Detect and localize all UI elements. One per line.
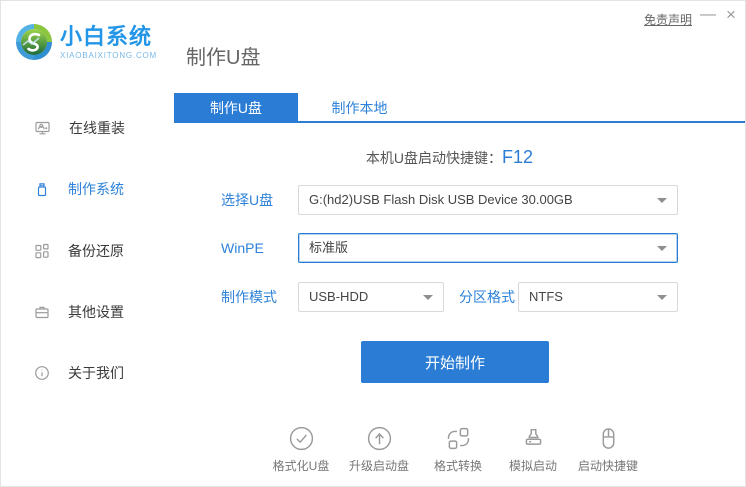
page-title: 制作U盘 [186, 47, 261, 69]
format-usb-icon [288, 425, 315, 452]
tool-format-usb[interactable]: 格式化U盘 [264, 425, 338, 474]
usb-select-value: G:(hd2)USB Flash Disk USB Device 30.00GB [309, 192, 573, 207]
info-icon [34, 365, 50, 381]
brand-text: 小白系统 XIAOBAIXITONG.COM [60, 23, 158, 60]
disclaimer-link[interactable]: 免责声明 [644, 11, 692, 28]
chevron-down-icon [657, 246, 667, 251]
sidebar-item-label: 备份还原 [68, 243, 124, 259]
sidebar-item-online-reinstall[interactable]: 在线重装 [34, 113, 125, 143]
start-make-button[interactable]: 开始制作 [361, 341, 549, 383]
brand-domain: XIAOBAIXITONG.COM [60, 50, 158, 60]
sidebar-item-label: 其他设置 [68, 304, 124, 320]
winpe-dropdown[interactable]: 标准版 [298, 233, 678, 263]
winpe-label: WinPE [221, 240, 264, 256]
sidebar-item-label: 在线重装 [69, 120, 125, 136]
partition-format-dropdown[interactable]: NTFS [518, 282, 678, 312]
boot-hotkey-label: 本机U盘启动快捷键： [365, 150, 503, 166]
brand-logo-icon [16, 24, 52, 60]
close-button[interactable]: × [726, 5, 736, 25]
sidebar-item-label: 关于我们 [68, 365, 124, 381]
tool-label: 升级启动盘 [348, 459, 409, 473]
usb-select-dropdown[interactable]: G:(hd2)USB Flash Disk USB Device 30.00GB [298, 185, 678, 215]
app-logo: 小白系统 XIAOBAIXITONG.COM [14, 22, 157, 62]
make-mode-value: USB-HDD [309, 289, 369, 304]
tool-label: 启动快捷键 [577, 459, 638, 473]
chevron-down-icon [657, 295, 667, 300]
tab-make-usb[interactable]: 制作U盘 [174, 93, 298, 123]
tool-label: 格式化U盘 [272, 459, 330, 473]
tool-boot-hotkey[interactable]: 启动快捷键 [571, 425, 645, 474]
winpe-value: 标准版 [309, 240, 349, 255]
sidebar-item-label: 制作系统 [68, 181, 124, 197]
settings-case-icon [34, 304, 50, 320]
make-mode-label: 制作模式 [221, 289, 277, 305]
format-convert-icon [445, 425, 472, 452]
minimize-button[interactable]: — [700, 5, 716, 25]
tool-simulate-boot[interactable]: 模拟启动 [496, 425, 570, 474]
upgrade-boot-icon [366, 425, 393, 452]
tool-format-convert[interactable]: 格式转换 [421, 425, 495, 474]
chevron-down-icon [423, 295, 433, 300]
partition-format-label: 分区格式 [459, 289, 515, 305]
brand-name: 小白系统 [60, 23, 153, 49]
chevron-down-icon [657, 198, 667, 203]
sidebar-item-make-system[interactable]: 制作系统 [34, 174, 124, 204]
monitor-reinstall-icon [34, 120, 51, 136]
backup-restore-icon [34, 243, 50, 259]
tool-label: 格式转换 [433, 459, 482, 473]
usb-select-label: 选择U盘 [221, 192, 274, 208]
tool-upgrade-boot-disk[interactable]: 升级启动盘 [342, 425, 416, 474]
simulate-boot-icon [520, 425, 547, 452]
sidebar-item-other-settings[interactable]: 其他设置 [34, 297, 124, 327]
tab-make-local[interactable]: 制作本地 [298, 93, 421, 123]
usb-drive-icon [34, 181, 50, 198]
tool-label: 模拟启动 [508, 459, 557, 473]
boot-hotkey-line: 本机U盘启动快捷键：F12 [221, 147, 678, 171]
boot-hotkey-value: F12 [502, 147, 534, 167]
partition-format-value: NTFS [529, 289, 563, 304]
sidebar-item-about-us[interactable]: 关于我们 [34, 358, 124, 388]
boot-hotkey-icon [595, 425, 622, 452]
app-window: 小白系统 XIAOBAIXITONG.COM 制作U盘 免责声明 — × 在线重… [0, 0, 746, 487]
tab-underline [174, 121, 745, 123]
make-mode-dropdown[interactable]: USB-HDD [298, 282, 444, 312]
sidebar-item-backup-restore[interactable]: 备份还原 [34, 236, 124, 266]
